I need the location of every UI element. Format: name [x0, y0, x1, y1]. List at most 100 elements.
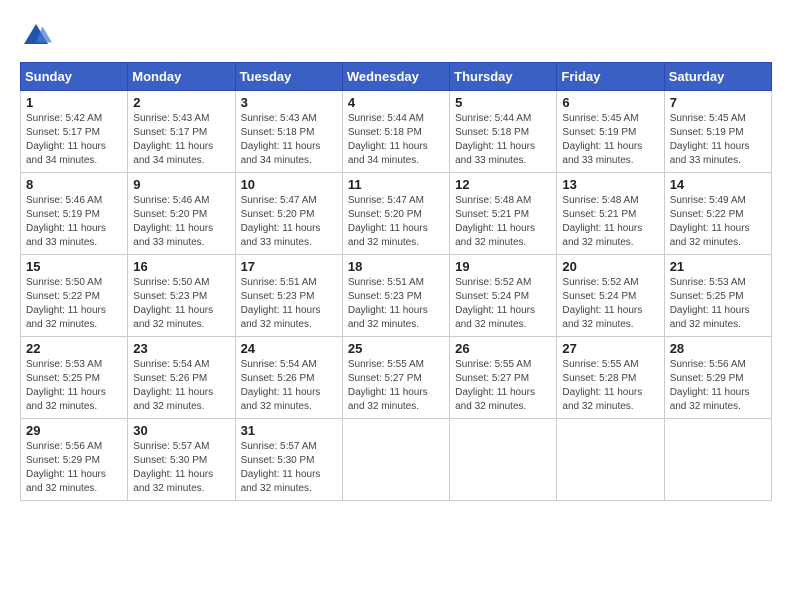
- daylight-label: Daylight: 11 hours and 32 minutes.: [348, 223, 428, 248]
- day-number: 21: [670, 259, 766, 274]
- day-number: 26: [455, 341, 551, 356]
- calendar-cell: 24 Sunrise: 5:54 AM Sunset: 5:26 PM Dayl…: [235, 337, 342, 419]
- daylight-label: Daylight: 11 hours and 32 minutes.: [670, 305, 750, 330]
- calendar-cell: [342, 419, 449, 501]
- calendar-cell: 18 Sunrise: 5:51 AM Sunset: 5:23 PM Dayl…: [342, 255, 449, 337]
- daylight-label: Daylight: 11 hours and 32 minutes.: [26, 469, 106, 494]
- calendar-cell: 4 Sunrise: 5:44 AM Sunset: 5:18 PM Dayli…: [342, 91, 449, 173]
- day-info: Sunrise: 5:45 AM Sunset: 5:19 PM Dayligh…: [670, 112, 766, 168]
- week-row-1: 1 Sunrise: 5:42 AM Sunset: 5:17 PM Dayli…: [21, 91, 772, 173]
- day-number: 15: [26, 259, 122, 274]
- day-number: 20: [562, 259, 658, 274]
- daylight-label: Daylight: 11 hours and 33 minutes.: [241, 223, 321, 248]
- day-number: 22: [26, 341, 122, 356]
- sunrise-label: Sunrise: 5:53 AM: [670, 277, 746, 288]
- sunrise-label: Sunrise: 5:54 AM: [241, 359, 317, 370]
- daylight-label: Daylight: 11 hours and 34 minutes.: [348, 141, 428, 166]
- day-info: Sunrise: 5:54 AM Sunset: 5:26 PM Dayligh…: [241, 358, 337, 414]
- day-info: Sunrise: 5:48 AM Sunset: 5:21 PM Dayligh…: [562, 194, 658, 250]
- calendar-cell: 21 Sunrise: 5:53 AM Sunset: 5:25 PM Dayl…: [664, 255, 771, 337]
- sunrise-label: Sunrise: 5:51 AM: [348, 277, 424, 288]
- calendar-cell: 16 Sunrise: 5:50 AM Sunset: 5:23 PM Dayl…: [128, 255, 235, 337]
- daylight-label: Daylight: 11 hours and 32 minutes.: [348, 387, 428, 412]
- calendar-cell: [557, 419, 664, 501]
- day-number: 7: [670, 95, 766, 110]
- week-row-3: 15 Sunrise: 5:50 AM Sunset: 5:22 PM Dayl…: [21, 255, 772, 337]
- daylight-label: Daylight: 11 hours and 32 minutes.: [455, 223, 535, 248]
- day-info: Sunrise: 5:55 AM Sunset: 5:27 PM Dayligh…: [348, 358, 444, 414]
- sunrise-label: Sunrise: 5:42 AM: [26, 113, 102, 124]
- sunrise-label: Sunrise: 5:57 AM: [241, 441, 317, 452]
- daylight-label: Daylight: 11 hours and 32 minutes.: [670, 387, 750, 412]
- sunset-label: Sunset: 5:24 PM: [562, 291, 636, 302]
- sunset-label: Sunset: 5:30 PM: [241, 455, 315, 466]
- daylight-label: Daylight: 11 hours and 34 minutes.: [241, 141, 321, 166]
- calendar-cell: 14 Sunrise: 5:49 AM Sunset: 5:22 PM Dayl…: [664, 173, 771, 255]
- sunset-label: Sunset: 5:21 PM: [455, 209, 529, 220]
- day-info: Sunrise: 5:48 AM Sunset: 5:21 PM Dayligh…: [455, 194, 551, 250]
- sunrise-label: Sunrise: 5:53 AM: [26, 359, 102, 370]
- sunrise-label: Sunrise: 5:46 AM: [133, 195, 209, 206]
- day-info: Sunrise: 5:46 AM Sunset: 5:19 PM Dayligh…: [26, 194, 122, 250]
- calendar-cell: 19 Sunrise: 5:52 AM Sunset: 5:24 PM Dayl…: [450, 255, 557, 337]
- day-number: 23: [133, 341, 229, 356]
- calendar-cell: 30 Sunrise: 5:57 AM Sunset: 5:30 PM Dayl…: [128, 419, 235, 501]
- day-info: Sunrise: 5:46 AM Sunset: 5:20 PM Dayligh…: [133, 194, 229, 250]
- sunrise-label: Sunrise: 5:56 AM: [670, 359, 746, 370]
- sunset-label: Sunset: 5:27 PM: [348, 373, 422, 384]
- daylight-label: Daylight: 11 hours and 32 minutes.: [455, 387, 535, 412]
- calendar-cell: 29 Sunrise: 5:56 AM Sunset: 5:29 PM Dayl…: [21, 419, 128, 501]
- day-number: 27: [562, 341, 658, 356]
- day-info: Sunrise: 5:57 AM Sunset: 5:30 PM Dayligh…: [241, 440, 337, 496]
- sunset-label: Sunset: 5:23 PM: [133, 291, 207, 302]
- col-header-monday: Monday: [128, 63, 235, 91]
- sunrise-label: Sunrise: 5:55 AM: [562, 359, 638, 370]
- sunrise-label: Sunrise: 5:51 AM: [241, 277, 317, 288]
- day-number: 18: [348, 259, 444, 274]
- day-info: Sunrise: 5:44 AM Sunset: 5:18 PM Dayligh…: [348, 112, 444, 168]
- sunset-label: Sunset: 5:20 PM: [348, 209, 422, 220]
- week-row-4: 22 Sunrise: 5:53 AM Sunset: 5:25 PM Dayl…: [21, 337, 772, 419]
- day-number: 9: [133, 177, 229, 192]
- sunset-label: Sunset: 5:26 PM: [241, 373, 315, 384]
- sunset-label: Sunset: 5:28 PM: [562, 373, 636, 384]
- sunset-label: Sunset: 5:21 PM: [562, 209, 636, 220]
- day-number: 29: [26, 423, 122, 438]
- calendar-cell: 25 Sunrise: 5:55 AM Sunset: 5:27 PM Dayl…: [342, 337, 449, 419]
- daylight-label: Daylight: 11 hours and 32 minutes.: [562, 223, 642, 248]
- calendar-cell: 15 Sunrise: 5:50 AM Sunset: 5:22 PM Dayl…: [21, 255, 128, 337]
- sunset-label: Sunset: 5:23 PM: [241, 291, 315, 302]
- daylight-label: Daylight: 11 hours and 32 minutes.: [241, 305, 321, 330]
- calendar-cell: 11 Sunrise: 5:47 AM Sunset: 5:20 PM Dayl…: [342, 173, 449, 255]
- sunset-label: Sunset: 5:19 PM: [26, 209, 100, 220]
- day-number: 5: [455, 95, 551, 110]
- page-header: [20, 20, 772, 52]
- calendar-cell: 3 Sunrise: 5:43 AM Sunset: 5:18 PM Dayli…: [235, 91, 342, 173]
- sunrise-label: Sunrise: 5:55 AM: [455, 359, 531, 370]
- sunset-label: Sunset: 5:25 PM: [26, 373, 100, 384]
- daylight-label: Daylight: 11 hours and 32 minutes.: [241, 387, 321, 412]
- daylight-label: Daylight: 11 hours and 32 minutes.: [133, 305, 213, 330]
- calendar-cell: 1 Sunrise: 5:42 AM Sunset: 5:17 PM Dayli…: [21, 91, 128, 173]
- day-number: 19: [455, 259, 551, 274]
- daylight-label: Daylight: 11 hours and 32 minutes.: [348, 305, 428, 330]
- sunset-label: Sunset: 5:27 PM: [455, 373, 529, 384]
- day-number: 3: [241, 95, 337, 110]
- sunset-label: Sunset: 5:29 PM: [26, 455, 100, 466]
- daylight-label: Daylight: 11 hours and 32 minutes.: [133, 469, 213, 494]
- day-info: Sunrise: 5:43 AM Sunset: 5:17 PM Dayligh…: [133, 112, 229, 168]
- day-info: Sunrise: 5:42 AM Sunset: 5:17 PM Dayligh…: [26, 112, 122, 168]
- daylight-label: Daylight: 11 hours and 32 minutes.: [670, 223, 750, 248]
- day-info: Sunrise: 5:51 AM Sunset: 5:23 PM Dayligh…: [348, 276, 444, 332]
- sunrise-label: Sunrise: 5:52 AM: [455, 277, 531, 288]
- calendar-cell: 12 Sunrise: 5:48 AM Sunset: 5:21 PM Dayl…: [450, 173, 557, 255]
- sunrise-label: Sunrise: 5:52 AM: [562, 277, 638, 288]
- day-number: 10: [241, 177, 337, 192]
- week-row-5: 29 Sunrise: 5:56 AM Sunset: 5:29 PM Dayl…: [21, 419, 772, 501]
- day-number: 16: [133, 259, 229, 274]
- day-info: Sunrise: 5:54 AM Sunset: 5:26 PM Dayligh…: [133, 358, 229, 414]
- daylight-label: Daylight: 11 hours and 33 minutes.: [562, 141, 642, 166]
- sunset-label: Sunset: 5:19 PM: [562, 127, 636, 138]
- calendar-cell: [664, 419, 771, 501]
- day-info: Sunrise: 5:45 AM Sunset: 5:19 PM Dayligh…: [562, 112, 658, 168]
